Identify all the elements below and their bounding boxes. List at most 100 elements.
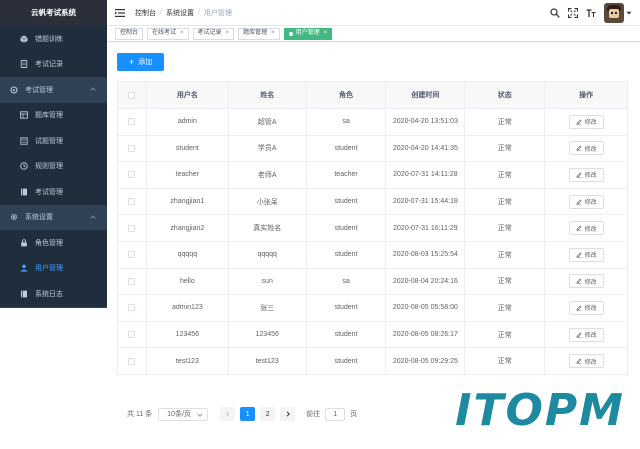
sidebar-item-6[interactable]: 考试管理 bbox=[0, 179, 107, 205]
plus-icon: + bbox=[128, 56, 135, 67]
row-checkbox[interactable] bbox=[128, 118, 136, 126]
row-checkbox-cell[interactable] bbox=[118, 109, 147, 135]
row-checkbox-cell[interactable] bbox=[118, 268, 147, 295]
tag-1[interactable]: 在线考试 × bbox=[147, 27, 189, 40]
sidebar-item-0[interactable]: 错题训练 bbox=[0, 26, 107, 52]
row-checkbox-cell[interactable] bbox=[118, 215, 147, 241]
row-checkbox[interactable] bbox=[128, 144, 136, 152]
row-checkbox-cell[interactable] bbox=[118, 241, 147, 268]
cell-username: teacher bbox=[147, 162, 229, 188]
row-checkbox-cell[interactable] bbox=[118, 348, 147, 374]
cell-created: 2020-08-05 09:29:25 bbox=[386, 348, 466, 374]
page-button-1[interactable]: 1 bbox=[240, 407, 256, 421]
row-checkbox-cell[interactable] bbox=[118, 162, 147, 188]
font-size-icon[interactable] bbox=[586, 8, 596, 18]
row-checkbox[interactable] bbox=[128, 357, 136, 365]
cell-actions: 修改 bbox=[545, 269, 627, 295]
cell-username: 123456 bbox=[147, 321, 229, 348]
row-checkbox-cell[interactable] bbox=[118, 295, 147, 321]
add-user-button[interactable]: + 添加 bbox=[117, 53, 164, 71]
row-checkbox[interactable] bbox=[128, 304, 136, 312]
page-button-2[interactable]: 2 bbox=[260, 407, 276, 421]
row-checkbox[interactable] bbox=[128, 224, 136, 232]
header-checkbox-cell[interactable] bbox=[118, 82, 147, 108]
edit-button[interactable]: 修改 bbox=[568, 274, 604, 289]
sidebar-item-9[interactable]: 用户管理 bbox=[0, 255, 107, 281]
edit-button[interactable]: 修改 bbox=[568, 194, 604, 209]
cell-status: 正常 bbox=[465, 188, 546, 215]
edit-button[interactable]: 修改 bbox=[568, 114, 604, 129]
sidebar-group-2[interactable]: 考试管理 bbox=[0, 77, 107, 103]
row-checkbox[interactable] bbox=[128, 198, 136, 206]
edit-icon bbox=[576, 145, 582, 152]
prev-page-button[interactable] bbox=[220, 407, 236, 421]
cell-username: test123 bbox=[147, 348, 229, 374]
page-size-select[interactable]: 10条/页 bbox=[158, 407, 209, 421]
tag-2[interactable]: 考试记录 × bbox=[192, 27, 235, 40]
cell-role: sa bbox=[307, 109, 387, 135]
row-checkbox[interactable] bbox=[128, 277, 136, 285]
close-icon[interactable]: × bbox=[324, 28, 328, 39]
row-checkbox-cell[interactable] bbox=[118, 321, 147, 348]
sidebar-group-7[interactable]: 系统设置 bbox=[0, 205, 107, 231]
watermark-logo: ITOPM bbox=[450, 380, 630, 440]
edit-button-label: 修改 bbox=[584, 279, 597, 286]
hamburger-icon[interactable] bbox=[115, 8, 125, 18]
sidebar-item-10[interactable]: 系统日志 bbox=[0, 281, 107, 307]
fullscreen-icon[interactable] bbox=[568, 8, 578, 18]
cell-role: student bbox=[307, 188, 387, 215]
cell-role: student bbox=[307, 241, 387, 268]
cell-created: 2020-08-03 15:25:54 bbox=[386, 241, 466, 268]
cell-actions: 修改 bbox=[545, 215, 627, 241]
sidebar-item-5[interactable]: 规则管理 bbox=[0, 153, 107, 179]
cell-status: 正常 bbox=[465, 162, 546, 188]
close-icon[interactable]: × bbox=[226, 28, 230, 39]
edit-button[interactable]: 修改 bbox=[568, 167, 604, 182]
avatar[interactable] bbox=[604, 3, 624, 23]
cell-status: 正常 bbox=[465, 268, 546, 295]
header-created: 创建时间 bbox=[386, 82, 466, 108]
edit-button[interactable]: 修改 bbox=[568, 141, 604, 156]
edit-button[interactable]: 修改 bbox=[568, 327, 604, 342]
edit-button[interactable]: 修改 bbox=[568, 300, 604, 315]
goto-prefix: 前往 bbox=[306, 411, 321, 418]
next-page-button[interactable] bbox=[280, 407, 296, 421]
row-checkbox[interactable] bbox=[128, 171, 136, 179]
table-row: zhangjian2 真实姓名 student 2020-07-31 16:11:29… bbox=[118, 215, 627, 242]
breadcrumb-item-settings[interactable]: 系统设置 bbox=[166, 8, 194, 18]
caret-down-icon[interactable] bbox=[626, 10, 632, 16]
tag-3[interactable]: 题库管理 × bbox=[238, 27, 280, 40]
table-row: admin123 张三 student 2020-08-05 05:58:00 正常 修改 bbox=[118, 295, 627, 322]
sidebar-item-1[interactable]: 考试记录 bbox=[0, 51, 107, 77]
sidebar-item-4[interactable]: 试题管理 bbox=[0, 128, 107, 154]
close-icon[interactable]: × bbox=[180, 28, 184, 39]
edit-button[interactable]: 修改 bbox=[568, 221, 604, 236]
row-checkbox[interactable] bbox=[128, 331, 136, 339]
goto-page-input[interactable]: 1 bbox=[325, 407, 346, 421]
edit-button[interactable]: 修改 bbox=[568, 247, 604, 262]
search-icon[interactable] bbox=[550, 8, 560, 18]
header-name: 姓名 bbox=[229, 82, 307, 108]
tag-0[interactable]: 控制台 bbox=[115, 27, 144, 40]
cell-actions: 修改 bbox=[545, 242, 627, 268]
cell-username: qqqqq bbox=[147, 241, 229, 268]
table-header-row: 用户名 姓名 角色 创建时间 状态 操作 bbox=[118, 82, 627, 109]
tag-label: 在线考试 bbox=[152, 30, 177, 36]
page-jumper: 前往 1 页 bbox=[306, 407, 357, 421]
edit-button-label: 修改 bbox=[584, 306, 597, 313]
tag-4[interactable]: 用户管理 × bbox=[283, 27, 333, 40]
header-role: 角色 bbox=[307, 82, 387, 108]
edit-button[interactable]: 修改 bbox=[568, 354, 604, 369]
breadcrumb-item-console[interactable]: 控制台 bbox=[135, 8, 156, 18]
edit-icon bbox=[576, 252, 582, 258]
sidebar-item-8[interactable]: 角色管理 bbox=[0, 230, 107, 256]
cell-name: 张三 bbox=[229, 295, 307, 321]
table-row: teacher 老师A teacher 2020-07-31 14:11:28 正常 修改 bbox=[118, 162, 627, 189]
sidebar-item-3[interactable]: 题库管理 bbox=[0, 102, 107, 128]
cell-name: 老师A bbox=[229, 162, 307, 188]
row-checkbox-cell[interactable] bbox=[118, 188, 147, 215]
row-checkbox-cell[interactable] bbox=[118, 135, 147, 162]
row-checkbox[interactable] bbox=[128, 251, 136, 259]
select-all-checkbox[interactable] bbox=[128, 91, 136, 99]
close-icon[interactable]: × bbox=[271, 28, 275, 39]
